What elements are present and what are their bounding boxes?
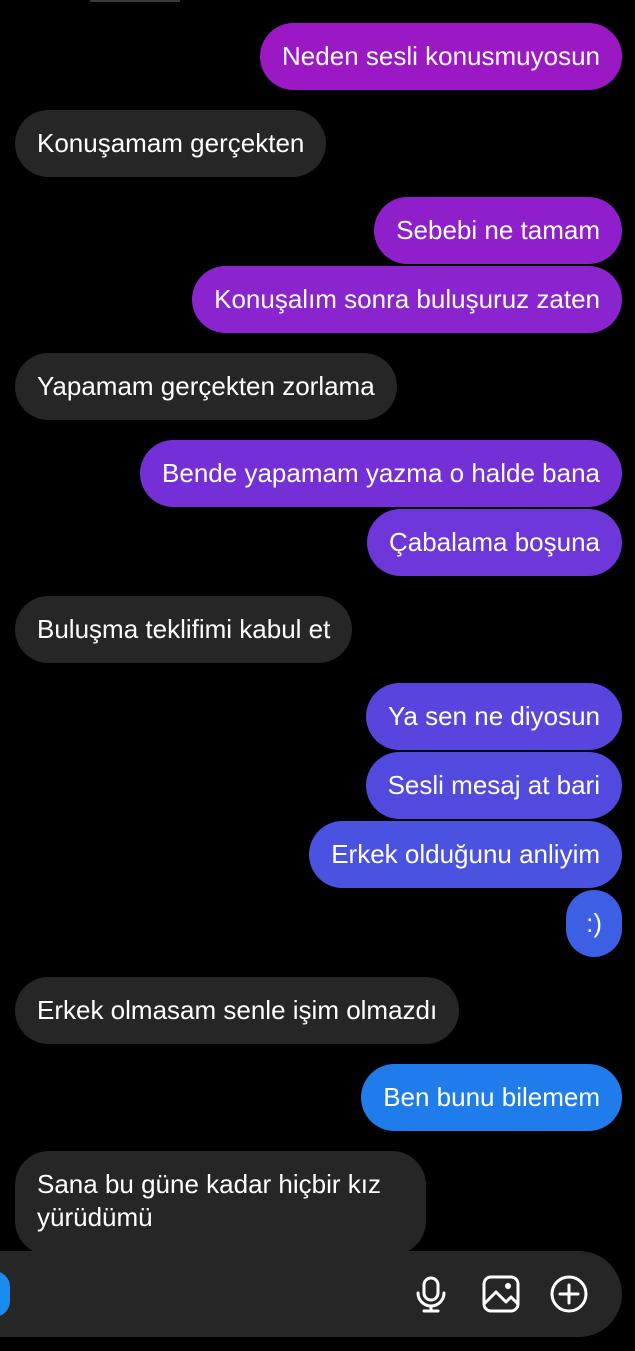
message-received[interactable]: Erkek olmasam senle işim olmazdı (15, 977, 460, 1044)
plus-circle-icon[interactable] (549, 1274, 589, 1314)
image-icon[interactable] (481, 1274, 521, 1314)
message-input[interactable] (20, 1271, 404, 1319)
message-received[interactable]: Sana bu güne kadar hiçbir kız yürüdümü (15, 1151, 426, 1255)
microphone-icon[interactable] (411, 1274, 451, 1314)
message-sent[interactable]: Konuşalım sonra buluşuruz zaten (192, 266, 622, 333)
message-sent[interactable]: Sesli mesaj at bari (365, 752, 622, 819)
message-sent[interactable]: Çabalama boşuna (366, 509, 622, 576)
message-sent[interactable]: :) (566, 890, 622, 957)
message-sent[interactable]: Sebebi ne tamam (374, 197, 622, 264)
message-sent[interactable]: Bende yapamam yazma o halde bana (140, 440, 622, 507)
message-sent[interactable]: Erkek olduğunu anliyim (309, 821, 622, 888)
message-sent[interactable]: Ya sen ne diyosun (366, 683, 622, 750)
message-received[interactable]: Yapamam gerçekten zorlama (15, 353, 397, 420)
message-sent[interactable]: Ben bunu bilemem (361, 1064, 622, 1131)
top-divider (90, 0, 180, 2)
message-received[interactable]: Buluşma teklifimi kabul et (15, 596, 353, 663)
message-received[interactable]: Konuşamam gerçekten (15, 110, 327, 177)
message-composer (0, 1251, 622, 1337)
message-sent[interactable]: Neden sesli konusmuyosun (260, 23, 622, 90)
